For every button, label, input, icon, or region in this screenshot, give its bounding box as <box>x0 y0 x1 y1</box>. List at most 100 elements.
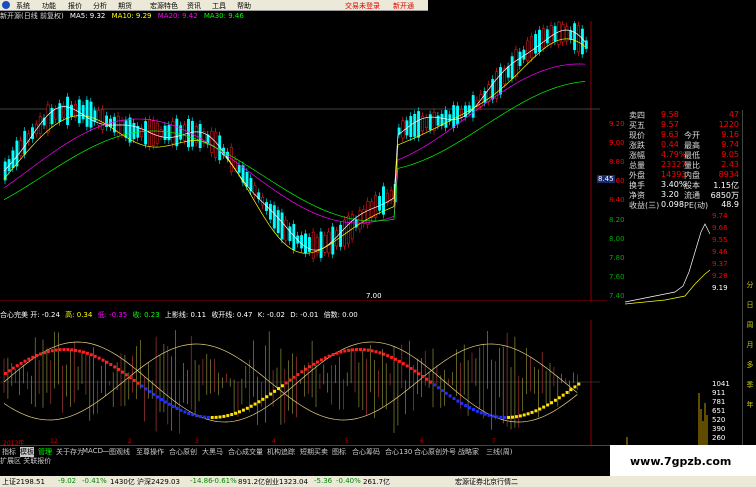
candle <box>339 225 341 246</box>
signal-dot <box>144 387 147 390</box>
tab-zhizun[interactable]: 至尊操作 <box>136 447 164 457</box>
tab-saveas[interactable]: 关于存为 <box>56 447 84 457</box>
candle <box>312 232 314 258</box>
signal-dot <box>176 407 179 410</box>
signal-dot <box>363 348 366 351</box>
tab-hexin-original[interactable]: 合心原创 <box>169 447 197 457</box>
signal-dot <box>20 362 23 365</box>
signal-dot <box>406 364 409 367</box>
candle <box>90 102 92 127</box>
period-min[interactable]: 分 <box>744 280 756 290</box>
signal-dot <box>351 348 354 351</box>
quote-value2: 9.16 <box>721 130 739 139</box>
quote-value2: 48.9 <box>721 200 739 209</box>
tab-chips[interactable]: 合心筹码 <box>352 447 380 457</box>
sz-change: -14.86 <box>190 477 213 485</box>
candle <box>183 125 185 141</box>
candle <box>121 121 123 134</box>
ind-close: 收: 0.23 <box>133 311 160 319</box>
vol-tick-6: 260 <box>712 434 725 442</box>
candle <box>47 105 49 132</box>
mini-tick-2: 9.55 <box>712 236 728 244</box>
candle <box>472 95 474 117</box>
tab-dark-horse[interactable]: 大黑马 <box>202 447 223 457</box>
tab-yitu[interactable]: 一图观线 <box>102 447 130 457</box>
quote-value2: 1220 <box>719 120 739 129</box>
volume-mini-chart[interactable] <box>625 385 710 445</box>
quote-row: 买五 9.57 1220 <box>611 120 741 130</box>
candle <box>429 115 431 130</box>
signal-dot <box>234 412 237 415</box>
period-year[interactable]: 年 <box>744 400 756 410</box>
candle <box>63 105 65 117</box>
candle <box>117 116 119 136</box>
candle <box>507 67 509 78</box>
signal-dot <box>456 400 459 403</box>
period-multi[interactable]: 多 <box>744 360 756 370</box>
vol-tick-0: 1041 <box>712 380 730 388</box>
vol-tick-2: 781 <box>712 398 725 406</box>
period-day[interactable]: 日 <box>744 300 756 310</box>
signal-dot <box>230 413 233 416</box>
tab-institution[interactable]: 机构追踪 <box>267 447 295 457</box>
candle <box>546 30 548 43</box>
period-sidebar: 分 日 周 月 多 季 年 <box>742 110 756 445</box>
quote-value2: 2.43 <box>721 160 739 169</box>
indicator-header: 合心完美 开: -0.24 高: 0.34 低: -0.35 收: 0.23 上… <box>0 310 361 320</box>
ma20-label: MA20: 9.42 <box>158 12 198 20</box>
signal-dot <box>226 414 229 417</box>
signal-dot <box>191 413 194 416</box>
candle <box>531 36 533 58</box>
tab-icon[interactable]: 图标 <box>332 447 346 457</box>
period-month[interactable]: 月 <box>744 340 756 350</box>
signal-dot <box>492 415 495 418</box>
extension-area[interactable]: 扩展区 关联报价 <box>0 456 51 466</box>
signal-dot <box>441 389 444 392</box>
intraday-mini-chart[interactable] <box>625 212 710 312</box>
tab-hexin-alias[interactable]: 合心原创外号 <box>414 447 456 457</box>
candle <box>417 111 419 137</box>
tab-hexin130[interactable]: 合心130 <box>385 447 412 457</box>
signal-dot <box>328 355 331 358</box>
sz-index: 沪深2429.03 <box>137 477 180 487</box>
quote-value: 4.79% <box>661 150 686 159</box>
signal-dot <box>82 351 85 354</box>
candle <box>176 119 178 146</box>
candle <box>347 216 349 244</box>
tab-three-line[interactable]: 三线(周) <box>486 447 512 457</box>
vol-tick-4: 520 <box>712 416 725 424</box>
sh-change: -9.02 <box>58 477 76 485</box>
tab-short-trade[interactable]: 短期买卖 <box>300 447 328 457</box>
signal-dot <box>355 348 358 351</box>
candle <box>55 109 57 119</box>
mini-tick-0: 9.74 <box>712 212 728 220</box>
signal-dot <box>265 395 268 398</box>
ind-upper: 上影线: 0.11 <box>165 311 206 319</box>
tab-hexin-volume[interactable]: 合心成交量 <box>228 447 263 457</box>
signal-dot <box>433 383 436 386</box>
indicator-chart[interactable] <box>0 320 607 445</box>
tab-macd[interactable]: MACD <box>82 447 103 455</box>
quote-value: 3.40% <box>661 180 686 189</box>
signal-dot <box>242 409 245 412</box>
quote-row: 卖四 9.58 47 <box>611 110 741 120</box>
ind-title: 合心完美 开: -0.24 <box>0 311 60 319</box>
kline-chart[interactable]: 9.20 7.00 <box>0 21 607 301</box>
period-week[interactable]: 周 <box>744 320 756 330</box>
signal-dot <box>527 412 530 415</box>
tab-strategist[interactable]: 战略家 <box>458 447 479 457</box>
signal-dot <box>246 407 249 410</box>
signal-dot <box>70 348 73 351</box>
signal-dot <box>343 350 346 353</box>
signal-dot <box>484 413 487 416</box>
signal-dot <box>312 363 315 366</box>
signal-dot <box>542 406 545 409</box>
candle <box>70 105 72 116</box>
signal-dot <box>378 351 381 354</box>
candle <box>78 100 80 123</box>
quote-value: 9.57 <box>661 120 679 129</box>
signal-dot <box>562 394 565 397</box>
period-season[interactable]: 季 <box>744 380 756 390</box>
signal-dot <box>488 414 491 417</box>
cy-change: -5.36 <box>314 477 332 485</box>
